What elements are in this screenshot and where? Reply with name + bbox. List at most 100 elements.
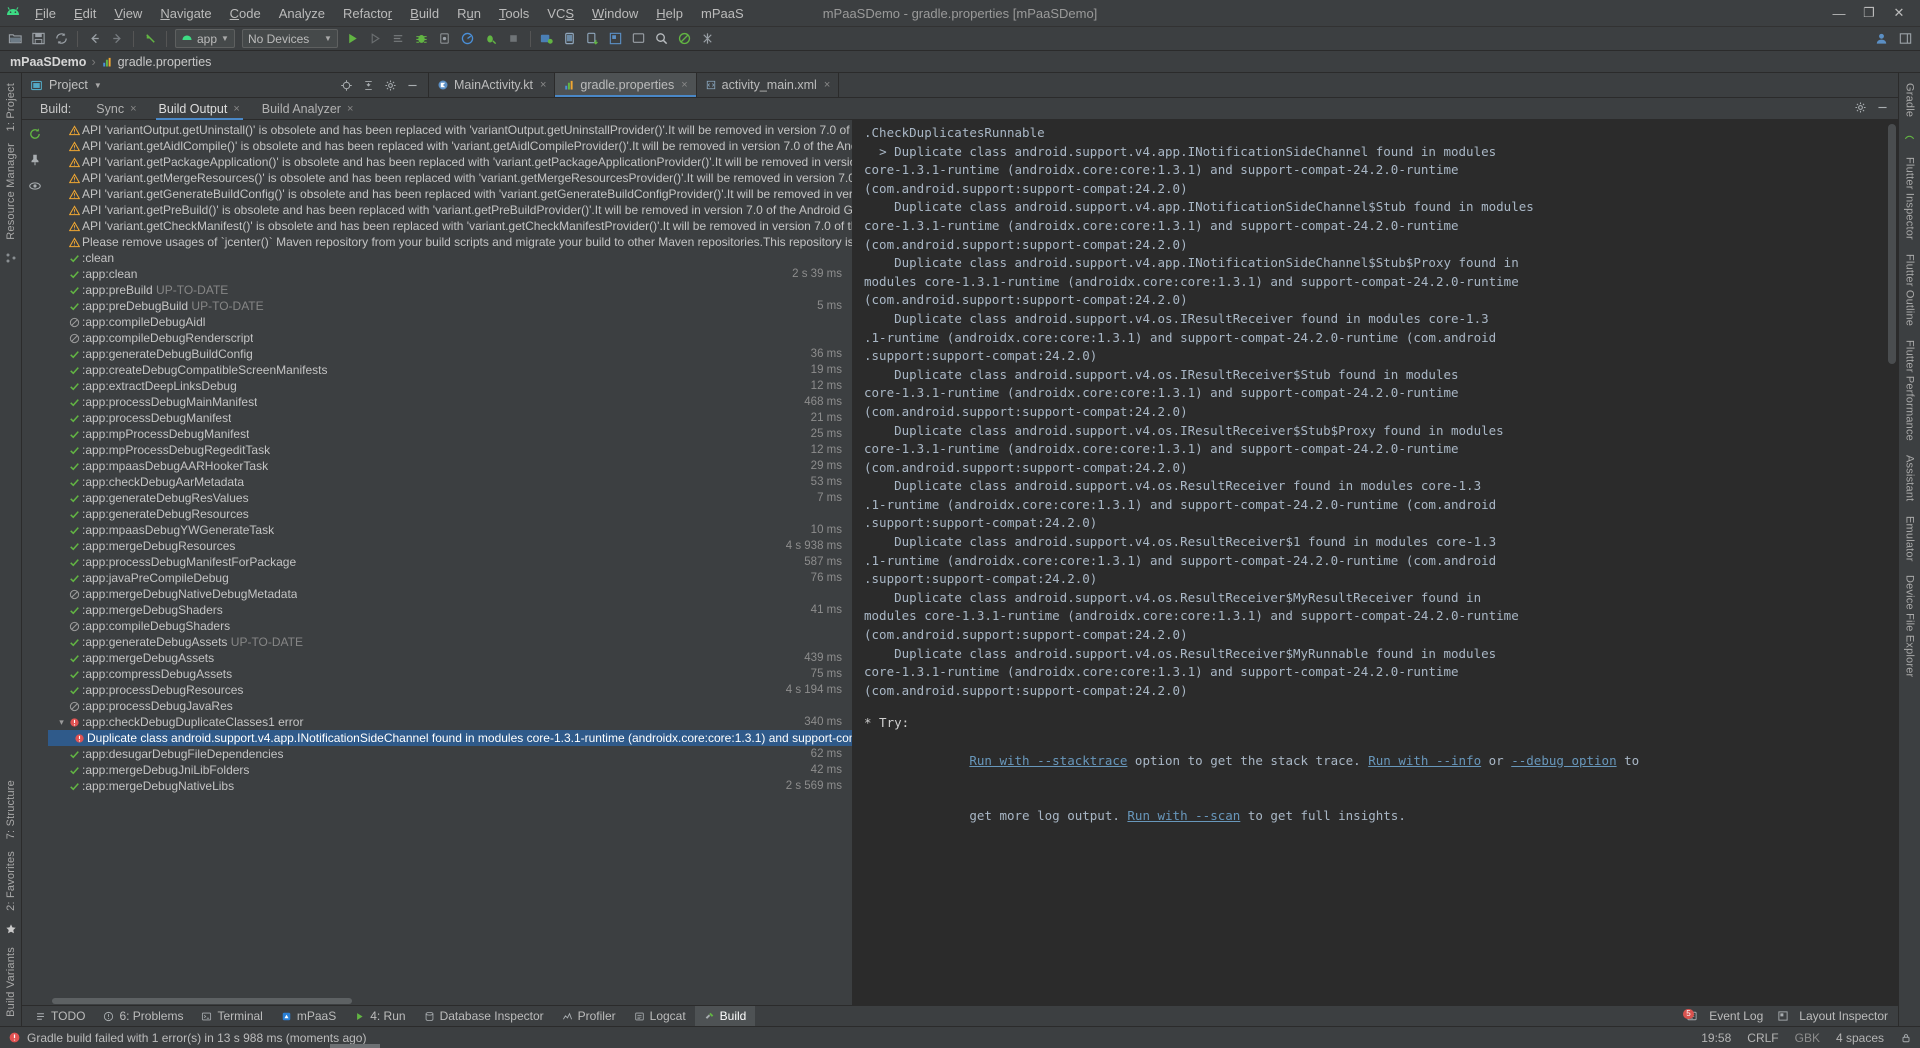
menu-item-window[interactable]: Window bbox=[583, 0, 647, 27]
close-icon-build-analyzer[interactable]: × bbox=[347, 103, 353, 115]
build-task-row[interactable]: API 'variant.getCheckManifest()' is obso… bbox=[48, 218, 852, 234]
build-task-row[interactable]: API 'variant.getPreBuild()' is obsolete … bbox=[48, 202, 852, 218]
build-task-row[interactable]: :app:generateDebugBuildConfig 36 ms bbox=[48, 346, 852, 362]
left-tool-rail[interactable]: 1: Project Resource Manager 7: Structure… bbox=[0, 73, 22, 1026]
build-task-row[interactable]: :app:generateDebugResValues 7 ms bbox=[48, 490, 852, 506]
build-task-row[interactable]: :app:clean 2 s 39 ms bbox=[48, 266, 852, 282]
menu-item-vcs[interactable]: VCS bbox=[538, 0, 583, 27]
build-task-row[interactable]: :app:compileDebugShaders bbox=[48, 618, 852, 634]
close-icon-2[interactable]: × bbox=[681, 79, 687, 91]
close-button[interactable]: ✕ bbox=[1884, 0, 1914, 27]
build-task-row[interactable]: :app:checkDebugAarMetadata 53 ms bbox=[48, 474, 852, 490]
bottom-tool-bar[interactable]: TODO 6: Problems Terminal mPaaS 4: Run Databa… bbox=[22, 1005, 1898, 1027]
status-bar[interactable]: Gradle build failed with 1 error(s) in 1… bbox=[0, 1026, 1920, 1048]
bottom-right-tools[interactable]: 5 Event Log Layout Inspector bbox=[1683, 1006, 1898, 1027]
build-task-row[interactable]: :app:extractDeepLinksDebug 12 ms bbox=[48, 378, 852, 394]
close-icon-sync[interactable]: × bbox=[130, 103, 136, 115]
build-window-actions[interactable] bbox=[1854, 101, 1898, 117]
build-task-row[interactable]: :app:mpProcessDebugRegeditTask 12 ms bbox=[48, 442, 852, 458]
open-folder-icon[interactable] bbox=[4, 28, 26, 50]
run-with-info-link[interactable]: Run with --info bbox=[1368, 753, 1481, 768]
status-line-separator[interactable]: CRLF bbox=[1747, 1031, 1778, 1045]
rerun-icon[interactable] bbox=[27, 125, 44, 142]
sidebar-item-device-file-explorer[interactable]: Device File Explorer bbox=[1901, 569, 1919, 683]
debug-option-link[interactable]: --debug option bbox=[1511, 753, 1616, 768]
menu-item-navigate[interactable]: Navigate bbox=[151, 0, 220, 27]
console-scrollbar[interactable] bbox=[1888, 124, 1896, 364]
status-encoding[interactable]: GBK bbox=[1795, 1031, 1820, 1045]
project-tool-actions[interactable] bbox=[339, 78, 428, 93]
settings-gear-icon[interactable] bbox=[383, 78, 398, 93]
build-task-row[interactable]: :app:compileDebugAidl bbox=[48, 314, 852, 330]
build-task-row[interactable]: :app:preDebugBuild UP-TO-DATE 5 ms bbox=[48, 298, 852, 314]
locate-icon[interactable] bbox=[339, 78, 354, 93]
apply-changes-icon[interactable] bbox=[365, 28, 387, 50]
sidebar-item-flutter-inspector[interactable]: Flutter Inspector bbox=[1901, 151, 1919, 246]
sidebar-item-project[interactable]: 1: Project bbox=[2, 77, 20, 137]
menu-item-code[interactable]: Code bbox=[221, 0, 270, 27]
menu-item-help[interactable]: Help bbox=[647, 0, 692, 27]
undo-icon[interactable] bbox=[139, 28, 161, 50]
run-icon[interactable] bbox=[342, 28, 364, 50]
build-task-row[interactable]: :app:mpaasDebugYWGenerateTask 10 ms bbox=[48, 522, 852, 538]
main-toolbar[interactable]: app ▼ No Devices ▼ bbox=[0, 27, 1920, 51]
build-task-row[interactable]: :app:preBuild UP-TO-DATE bbox=[48, 282, 852, 298]
build-task-row[interactable]: API 'variant.getGenerateBuildConfig()' i… bbox=[48, 186, 852, 202]
build-task-row[interactable]: API 'variantOutput.getUninstall()' is ob… bbox=[48, 122, 852, 138]
tab-sync[interactable]: Sync × bbox=[85, 98, 147, 120]
sidebar-item-assistant[interactable]: Assistant bbox=[1901, 449, 1919, 507]
console-try-line-1[interactable]: Run with --stacktrace option to get the … bbox=[864, 733, 1888, 789]
build-task-row[interactable]: :app:processDebugJavaRes bbox=[48, 698, 852, 714]
close-icon-build-output[interactable]: × bbox=[233, 103, 239, 115]
sidebar-item-favorites[interactable]: 2: Favorites bbox=[2, 845, 20, 917]
bottom-tool-layout-inspector[interactable]: Layout Inspector bbox=[1777, 1006, 1888, 1027]
back-arrow-icon[interactable] bbox=[83, 28, 105, 50]
layout-inspector-icon[interactable] bbox=[605, 28, 627, 50]
avd-manager-icon[interactable] bbox=[559, 28, 581, 50]
attach-debugger-icon[interactable] bbox=[480, 28, 502, 50]
build-task-row[interactable]: :app:mergeDebugNativeLibs 2 s 569 ms bbox=[48, 778, 852, 794]
build-task-list[interactable]: API 'variantOutput.getUninstall()' is ob… bbox=[48, 120, 852, 1005]
build-task-row[interactable]: :app:mergeDebugNativeDebugMetadata bbox=[48, 586, 852, 602]
menu-item-run[interactable]: Run bbox=[448, 0, 490, 27]
tab-build-analyzer[interactable]: Build Analyzer × bbox=[251, 98, 365, 120]
editor-tab-mainactivity[interactable]: MainActivity.kt × bbox=[429, 73, 556, 97]
menu-item-mpaas[interactable]: mPaaS bbox=[692, 0, 753, 27]
device-selector[interactable]: No Devices ▼ bbox=[241, 29, 338, 48]
search-icon[interactable] bbox=[651, 28, 673, 50]
status-lock-icon[interactable] bbox=[1900, 1032, 1912, 1044]
status-indent[interactable]: 4 spaces bbox=[1836, 1031, 1884, 1045]
build-console[interactable]: .CheckDuplicatesRunnable > Duplicate cla… bbox=[854, 120, 1898, 1005]
chevron-down-icon-project[interactable]: ▼ bbox=[94, 81, 102, 90]
build-task-row[interactable]: :app:mergeDebugAssets 439 ms bbox=[48, 650, 852, 666]
layout-toggle-icon[interactable] bbox=[1894, 28, 1916, 50]
build-task-row[interactable]: :app:processDebugManifest 21 ms bbox=[48, 410, 852, 426]
build-task-row[interactable]: :app:processDebugResources 4 s 194 ms bbox=[48, 682, 852, 698]
build-task-row[interactable]: :clean bbox=[48, 250, 852, 266]
structure-rail-icon[interactable] bbox=[2, 249, 20, 267]
bottom-tool-build[interactable]: Build bbox=[694, 1005, 756, 1027]
debug-icon[interactable] bbox=[411, 28, 433, 50]
build-task-row[interactable]: :app:compressDebugAssets 75 ms bbox=[48, 666, 852, 682]
build-task-row[interactable]: API 'variant.getAidlCompile()' is obsole… bbox=[48, 138, 852, 154]
left-rail-bottom[interactable]: 7: Structure 2: Favorites Build Variants bbox=[2, 774, 20, 1023]
bottom-tool-database-inspector[interactable]: Database Inspector bbox=[415, 1006, 553, 1027]
bottom-tool-6-problems[interactable]: 6: Problems bbox=[94, 1006, 192, 1027]
bottom-tool-event-log[interactable]: 5 Event Log bbox=[1683, 1006, 1763, 1027]
build-task-row-selected[interactable]: Duplicate class android.support.v4.app.I… bbox=[48, 730, 852, 746]
right-tool-rail[interactable]: Gradle Flutter Inspector Flutter Outline… bbox=[1898, 73, 1920, 1026]
build-gutter[interactable] bbox=[22, 120, 48, 1005]
bottom-tool-profiler[interactable]: Profiler bbox=[553, 1006, 625, 1027]
editor-tab-strip[interactable]: Project ▼ MainActivity.kt × gradle.prope… bbox=[22, 73, 1898, 98]
build-task-row[interactable]: :app:generateDebugResources bbox=[48, 506, 852, 522]
forward-arrow-icon[interactable] bbox=[106, 28, 128, 50]
editor-tab-gradle-properties[interactable]: gradle.properties × bbox=[555, 73, 697, 97]
status-right[interactable]: 19:58 CRLF GBK 4 spaces bbox=[1701, 1031, 1912, 1045]
breadcrumb-file[interactable]: gradle.properties bbox=[118, 55, 212, 69]
build-task-row[interactable]: :app:desugarDebugFileDependencies 62 ms bbox=[48, 746, 852, 762]
build-task-row[interactable]: :app:javaPreCompileDebug 76 ms bbox=[48, 570, 852, 586]
gradle-rail-icon[interactable] bbox=[1901, 128, 1919, 146]
stop-icon[interactable] bbox=[503, 28, 525, 50]
bottom-tool-terminal[interactable]: Terminal bbox=[192, 1006, 271, 1027]
build-task-row[interactable]: :app:mergeDebugJniLibFolders 42 ms bbox=[48, 762, 852, 778]
